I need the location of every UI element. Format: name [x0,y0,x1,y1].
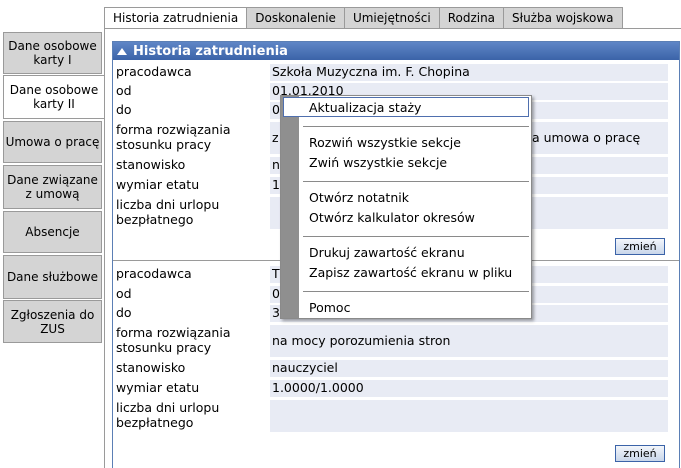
menu-item-otworz-notatnik[interactable]: Otwórz notatnik [309,190,409,205]
menu-item-zwin-sekcje[interactable]: Zwiń wszystkie sekcje [309,155,447,170]
label-od: od [116,83,132,98]
label-stanowisko: stanowisko [116,360,186,375]
value-urlop-bezplatny [270,400,668,432]
value-wymiar-etatu: 1.0000/1.0000 [270,380,668,397]
sidebar-item-dane-osobowe-2[interactable]: Dane osobowe karty II [3,75,104,119]
label-do: do [116,305,132,320]
sidebar-item-absencje[interactable]: Absencje [3,211,102,253]
label-forma-rozwiazania: forma rozwiązania stosunku pracy [116,122,231,152]
sidebar-item-dane-osobowe-1[interactable]: Dane osobowe karty I [3,32,102,74]
value-forma-rozwiazania: na mocy porozumienia stron [270,325,668,357]
tab-historia-zatrudnienia[interactable]: Historia zatrudnienia [104,7,248,29]
menu-item-drukuj-ekran[interactable]: Drukuj zawartość ekranu [309,245,465,260]
label-do: do [116,102,132,117]
menu-item-aktualizacja-stazy[interactable]: Aktualizacja staży [283,97,529,117]
context-menu: Aktualizacja staży Rozwiń wszystkie sekc… [280,95,532,319]
label-forma-rozwiazania: forma rozwiązania stosunku pracy [116,325,231,355]
tab-doskonalenie[interactable]: Doskonalenie [247,7,345,29]
label-urlop-bezplatny: liczba dni urlopu bezpłatnego [116,197,220,227]
panel-title: Historia zatrudnienia [133,43,288,59]
sidebar-item-dane-sluzbowe[interactable]: Dane służbowe [3,255,102,299]
tab-rodzina[interactable]: Rodzina [439,7,505,29]
label-od: od [116,286,132,301]
label-pracodawca: pracodawca [116,64,192,79]
sidebar-item-umowa[interactable]: Umowa o pracę [3,121,102,163]
menu-separator [303,236,529,237]
menu-separator [303,291,529,292]
value-pracodawca: Szkoła Muzyczna im. F. Chopina [270,64,668,81]
label-urlop-bezplatny: liczba dni urlopu bezpłatnego [116,400,220,430]
label-wymiar-etatu: wymiar etatu [116,380,200,395]
menu-item-zapisz-ekran[interactable]: Zapisz zawartość ekranu w pliku [309,265,512,280]
edit-button[interactable]: zmień [615,445,665,462]
menu-item-pomoc[interactable]: Pomoc [309,300,350,315]
menu-separator [303,181,529,182]
edit-button[interactable]: zmień [615,238,665,255]
sidebar-item-dane-zwiazane[interactable]: Dane związane z umową [3,165,102,209]
label-wymiar-etatu: wymiar etatu [116,177,200,192]
label-stanowisko: stanowisko [116,157,186,172]
tab-umiejetnosci[interactable]: Umiejętności [344,7,440,29]
sidebar-item-zus[interactable]: Zgłoszenia do ZUS [3,300,102,343]
tab-bar: Historia zatrudnienia Doskonalenie Umiej… [104,7,623,29]
collapse-triangle-icon[interactable] [117,47,127,55]
panel-header[interactable]: Historia zatrudnienia [113,42,679,60]
menu-item-rozwin-sekcje[interactable]: Rozwiń wszystkie sekcje [309,135,461,150]
menu-gutter [281,96,299,318]
menu-separator [303,126,529,127]
tab-sluzba-wojskowa[interactable]: Służba wojskowa [504,7,623,29]
label-pracodawca: pracodawca [116,266,192,281]
sidebar: Dane osobowe karty I Dane osobowe karty … [0,0,104,468]
menu-item-kalkulator-okresow[interactable]: Otwórz kalkulator okresów [309,210,475,225]
value-stanowisko: nauczyciel [270,360,668,377]
